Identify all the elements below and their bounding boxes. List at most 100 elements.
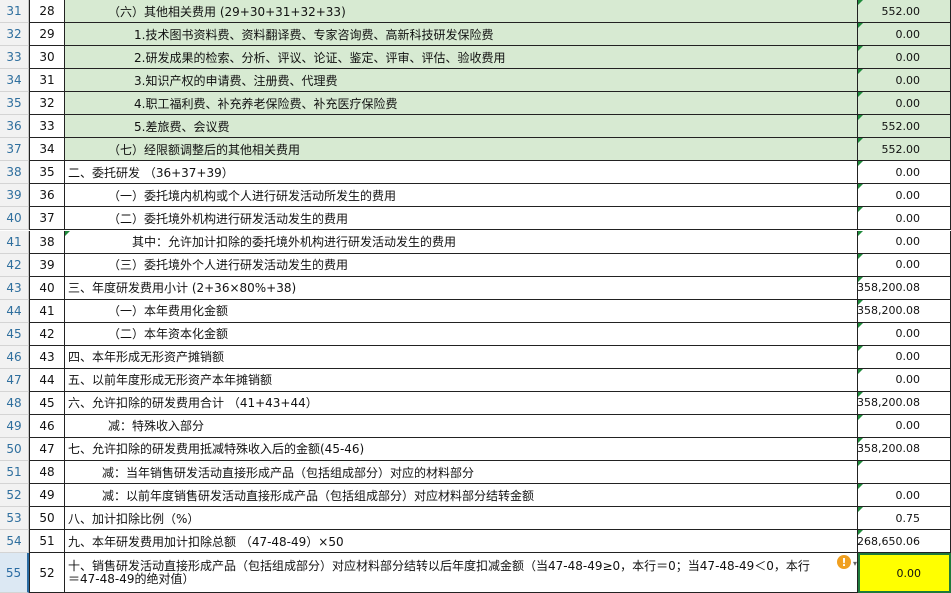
seq-cell[interactable]: 40	[29, 276, 65, 300]
value-cell[interactable]	[858, 461, 951, 485]
row-header[interactable]: 44	[0, 299, 29, 323]
value-cell[interactable]: 0.00	[858, 230, 951, 254]
row-header[interactable]: 45	[0, 322, 29, 346]
row-header[interactable]: 48	[0, 391, 29, 415]
row-header[interactable]: 38	[0, 161, 29, 185]
description-cell[interactable]: （一）委托境内机构或个人进行研发活动所发生的费用	[65, 184, 858, 208]
description-cell[interactable]: 其中：允许加计扣除的委托境外机构进行研发活动发生的费用	[65, 230, 858, 254]
seq-cell[interactable]: 41	[29, 299, 65, 323]
row-header[interactable]: 40	[0, 207, 29, 231]
seq-cell[interactable]: 35	[29, 161, 65, 185]
seq-cell[interactable]: 31	[29, 69, 65, 93]
row-header[interactable]: 46	[0, 345, 29, 369]
description-cell[interactable]: 减：以前年度销售研发活动直接形成产品（包括组成部分）对应材料部分结转金额	[65, 484, 858, 508]
seq-cell[interactable]: 33	[29, 115, 65, 139]
value-cell[interactable]: 0.00	[858, 368, 951, 392]
value-cell[interactable]: 0.00	[858, 46, 951, 70]
seq-cell[interactable]: 36	[29, 184, 65, 208]
seq-cell[interactable]: 38	[29, 230, 65, 254]
value-cell[interactable]: 0.00	[858, 484, 951, 508]
value-cell[interactable]: 358,200.08	[857, 391, 951, 415]
seq-cell[interactable]: 29	[29, 23, 65, 47]
value-cell[interactable]: 0.75	[858, 507, 951, 531]
row-header[interactable]: 52	[0, 484, 29, 508]
row-header[interactable]: 55	[0, 553, 29, 593]
value-cell[interactable]: 552.00	[858, 0, 951, 24]
row-header[interactable]: 51	[0, 461, 29, 485]
seq-cell[interactable]: 50	[29, 507, 65, 531]
chevron-down-icon[interactable]: ▾	[853, 557, 857, 570]
row-header[interactable]: 41	[0, 230, 29, 254]
warning-icon[interactable]: !	[837, 555, 851, 570]
seq-cell[interactable]: 45	[29, 391, 65, 415]
seq-cell[interactable]: 44	[29, 368, 65, 392]
value-cell[interactable]: 0.00	[858, 92, 951, 116]
value-cell[interactable]: 358,200.08	[857, 437, 951, 461]
description-cell[interactable]: 减：当年销售研发活动直接形成产品（包括组成部分）对应的材料部分	[65, 461, 858, 485]
description-cell[interactable]: 九、本年研发费用加计扣除总额 （47-48-49）×50	[65, 530, 858, 554]
row-header[interactable]: 42	[0, 253, 29, 277]
value-cell[interactable]: 358,200.08	[857, 276, 951, 300]
description-cell[interactable]: 六、允许扣除的研发费用合计 （41+43+44）	[65, 391, 858, 415]
value-cell[interactable]: 552.00	[858, 115, 951, 139]
row-header[interactable]: 50	[0, 437, 29, 461]
seq-cell[interactable]: 46	[29, 414, 65, 438]
seq-cell[interactable]: 52	[29, 553, 65, 593]
seq-cell[interactable]: 37	[29, 207, 65, 231]
description-cell[interactable]: （六）其他相关费用 (29+30+31+32+33)	[65, 0, 858, 24]
row-header[interactable]: 32	[0, 23, 29, 47]
value-cell[interactable]: 268,650.06	[857, 530, 951, 554]
seq-cell[interactable]: 28	[29, 0, 65, 24]
seq-cell[interactable]: 34	[29, 138, 65, 162]
row-header[interactable]: 39	[0, 184, 29, 208]
row-header[interactable]: 49	[0, 414, 29, 438]
value-cell[interactable]: 0.00	[858, 23, 951, 47]
row-header[interactable]: 53	[0, 507, 29, 531]
value-cell[interactable]: 0.00	[858, 161, 951, 185]
value-cell[interactable]: 0.00	[858, 414, 951, 438]
value-cell[interactable]: 0.00	[858, 207, 951, 231]
value-cell[interactable]: 0.00	[858, 184, 951, 208]
description-cell[interactable]: 五、以前年度形成无形资产本年摊销额	[65, 368, 858, 392]
seq-cell[interactable]: 43	[29, 345, 65, 369]
description-cell[interactable]: 4.职工福利费、补充养老保险费、补充医疗保险费	[65, 92, 858, 116]
row-header[interactable]: 34	[0, 69, 29, 93]
row-header[interactable]: 31	[0, 0, 29, 24]
seq-cell[interactable]: 48	[29, 461, 65, 485]
selected-value-cell[interactable]: 0.00	[858, 553, 951, 593]
description-cell[interactable]: 四、本年形成无形资产摊销额	[65, 345, 858, 369]
seq-cell[interactable]: 49	[29, 484, 65, 508]
value-cell[interactable]: 358,200.08	[857, 299, 951, 323]
description-cell[interactable]: （七）经限额调整后的其他相关费用	[65, 138, 858, 162]
description-cell[interactable]: 三、年度研发费用小计 (2+36×80%+38)	[65, 276, 858, 300]
value-cell[interactable]: 0.00	[858, 345, 951, 369]
description-cell[interactable]: 八、加计扣除比例（%）	[65, 507, 858, 531]
description-cell[interactable]: 3.知识产权的申请费、注册费、代理费	[65, 69, 858, 93]
value-cell[interactable]: 0.00	[858, 322, 951, 346]
description-cell[interactable]: （二）委托境外机构进行研发活动发生的费用	[65, 207, 858, 231]
seq-cell[interactable]: 42	[29, 322, 65, 346]
description-cell[interactable]: 5.差旅费、会议费	[65, 115, 858, 139]
value-cell[interactable]: 0.00	[858, 253, 951, 277]
row-header[interactable]: 35	[0, 92, 29, 116]
row-header[interactable]: 47	[0, 368, 29, 392]
description-cell[interactable]: 1.技术图书资料费、资料翻译费、专家咨询费、高新科技研发保险费	[65, 23, 858, 47]
description-cell[interactable]: 二、委托研发 （36+37+39）	[65, 161, 858, 185]
description-cell[interactable]: 2.研发成果的检索、分析、评议、论证、鉴定、评审、评估、验收费用	[65, 46, 858, 70]
description-cell[interactable]: （一）本年费用化金额	[65, 299, 858, 323]
description-cell[interactable]: （三）委托境外个人进行研发活动发生的费用	[65, 253, 858, 277]
row-header[interactable]: 54	[0, 530, 29, 554]
description-cell[interactable]: （二）本年资本化金额	[65, 322, 858, 346]
description-cell[interactable]: 减：特殊收入部分	[65, 414, 858, 438]
description-cell[interactable]: 十、销售研发活动直接形成产品（包括组成部分）对应材料部分结转以后年度扣减金额（当…	[65, 553, 858, 593]
row-header[interactable]: 33	[0, 46, 29, 70]
row-header[interactable]: 36	[0, 115, 29, 139]
description-cell[interactable]: 七、允许扣除的研发费用抵减特殊收入后的金额(45-46)	[65, 437, 858, 461]
seq-cell[interactable]: 32	[29, 92, 65, 116]
seq-cell[interactable]: 51	[29, 530, 65, 554]
seq-cell[interactable]: 47	[29, 437, 65, 461]
row-header[interactable]: 43	[0, 276, 29, 300]
seq-cell[interactable]: 30	[29, 46, 65, 70]
value-cell[interactable]: 552.00	[858, 138, 951, 162]
seq-cell[interactable]: 39	[29, 253, 65, 277]
